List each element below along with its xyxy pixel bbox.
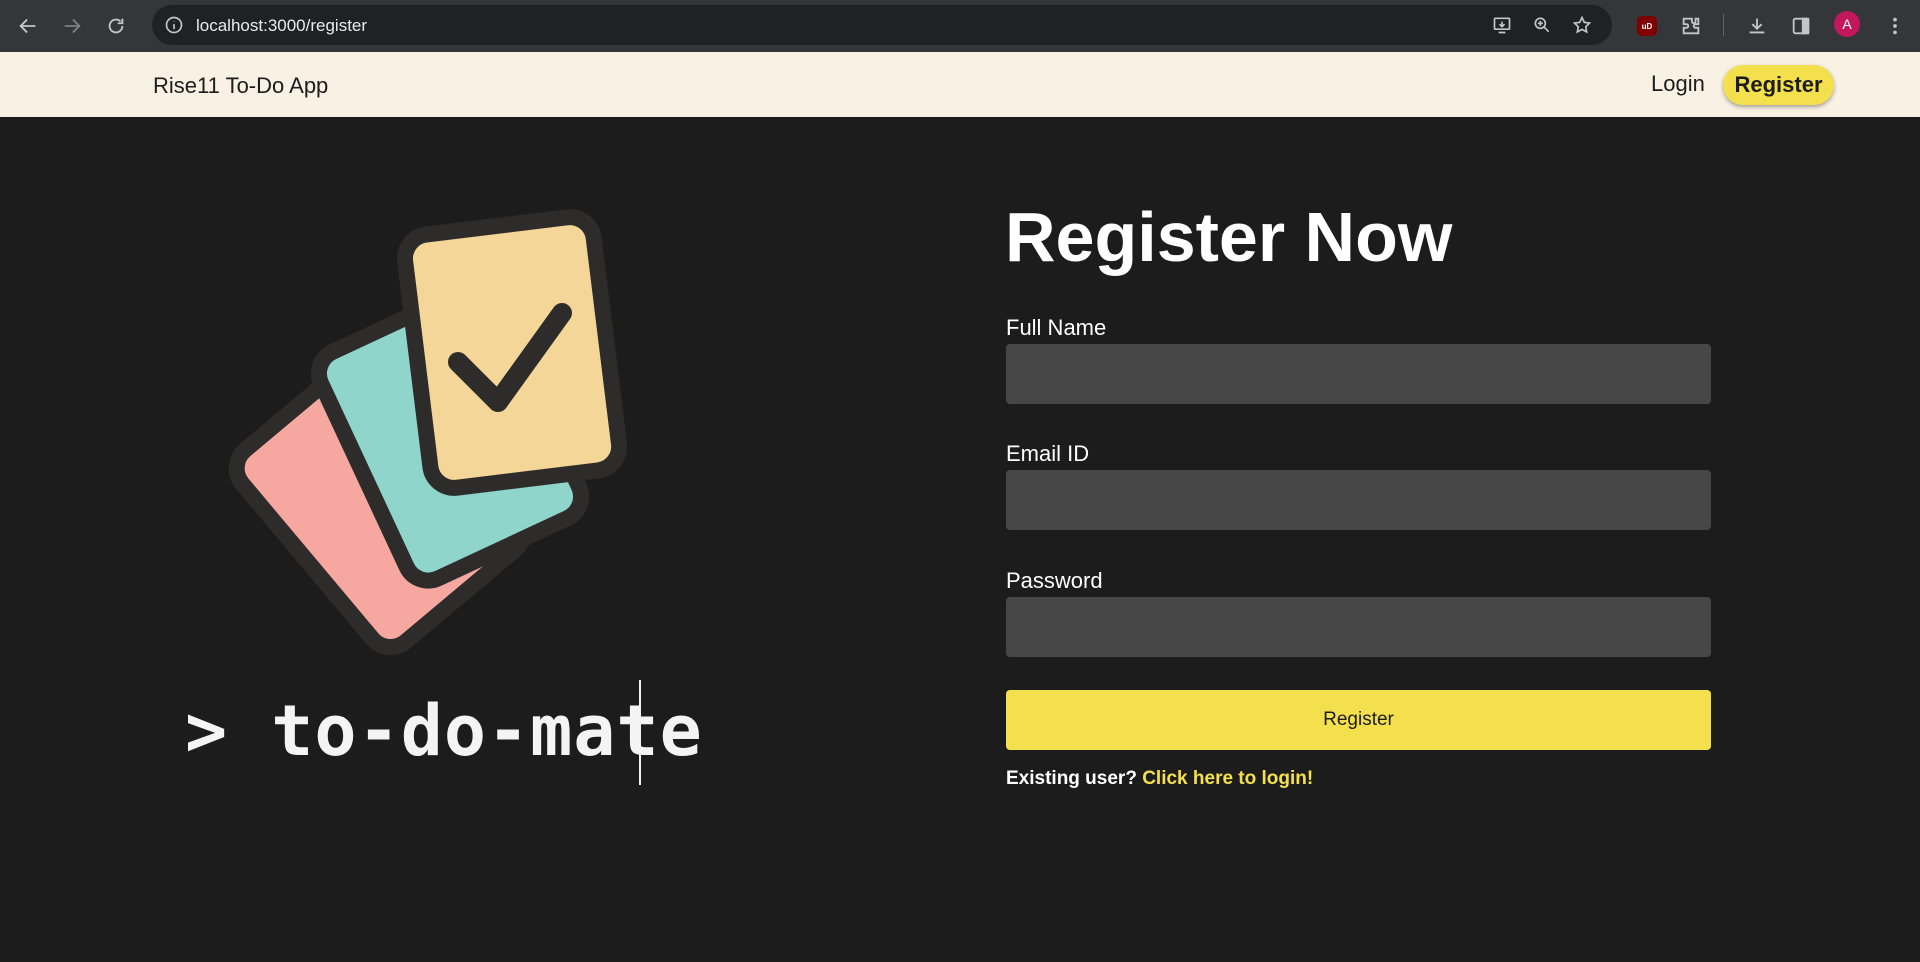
- side-panel-icon[interactable]: [1784, 9, 1818, 43]
- text-caret: [639, 680, 641, 785]
- existing-user-text: Existing user?: [1006, 768, 1137, 789]
- extensions-icon[interactable]: [1674, 9, 1708, 43]
- full-name-label: Full Name: [1006, 315, 1107, 340]
- downloads-icon[interactable]: [1740, 9, 1774, 43]
- back-icon[interactable]: [12, 10, 44, 42]
- nav-register-button[interactable]: Register: [1723, 65, 1834, 105]
- password-input[interactable]: [1006, 597, 1711, 657]
- site-info-icon[interactable]: [162, 13, 186, 37]
- logo-card-front-shape: [396, 209, 628, 496]
- address-bar[interactable]: localhost:3000/register: [152, 5, 1612, 45]
- existing-user-prompt: Existing user? Click here to login!: [1006, 768, 1313, 790]
- login-link[interactable]: Click here to login!: [1142, 768, 1313, 789]
- ublock-icon[interactable]: uD: [1630, 9, 1664, 43]
- reload-icon[interactable]: [100, 10, 132, 42]
- email-label: Email ID: [1006, 441, 1090, 466]
- toolbar-divider: [1723, 14, 1724, 36]
- browser-toolbar: localhost:3000/register uD A: [0, 0, 1920, 52]
- url-text[interactable]: localhost:3000/register: [196, 16, 367, 36]
- nav-login-link[interactable]: Login: [1651, 71, 1705, 97]
- app-navbar: Rise11 To-Do App Login Register: [0, 52, 1920, 117]
- app-tagline: > to-do-mate: [185, 690, 703, 772]
- install-app-icon[interactable]: [1488, 11, 1516, 39]
- register-submit-button[interactable]: Register: [1006, 690, 1711, 750]
- profile-avatar[interactable]: A: [1834, 11, 1860, 37]
- page-title: Register Now: [1005, 198, 1453, 276]
- full-name-input[interactable]: [1006, 344, 1711, 404]
- brand-title[interactable]: Rise11 To-Do App: [153, 73, 328, 99]
- forward-icon[interactable]: [56, 10, 88, 42]
- zoom-icon[interactable]: [1528, 11, 1556, 39]
- logo-card-front: [396, 209, 628, 496]
- todo-cards-logo: [228, 209, 628, 656]
- password-label: Password: [1006, 568, 1103, 593]
- email-input[interactable]: [1006, 470, 1711, 530]
- bookmark-star-icon[interactable]: [1568, 11, 1596, 39]
- menu-icon[interactable]: [1878, 9, 1912, 43]
